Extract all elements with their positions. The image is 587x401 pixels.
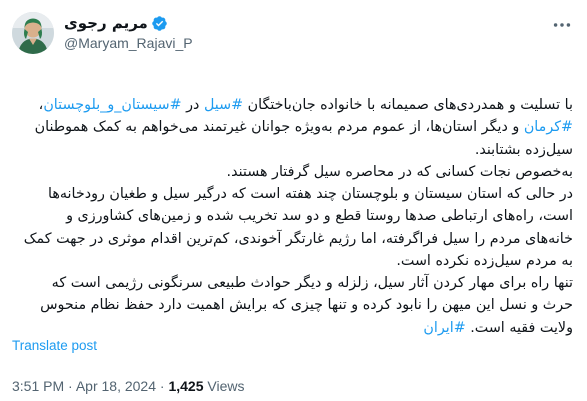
- hashtag-link[interactable]: #سیستان_و_بلوچستان: [43, 97, 181, 113]
- tweet-paragraph: به‌خصوص نجات کسانی که در محاصره سیل گرفت…: [18, 161, 573, 183]
- tweet-text-segment: در حالی که استان سیستان و بلوچستان چند ه…: [19, 186, 573, 269]
- hashtag-link[interactable]: #کرمان: [524, 119, 573, 135]
- author-names: مریم رجوی @Maryam_Rajavi_P: [64, 13, 193, 53]
- tweet-paragraph: در حالی که استان سیستان و بلوچستان چند ه…: [18, 183, 573, 272]
- avatar[interactable]: [12, 12, 54, 54]
- more-options-icon: [553, 23, 571, 27]
- tweet-text-segment: در: [181, 97, 204, 113]
- tweet-text-segment: ،: [34, 97, 44, 113]
- author-handle[interactable]: @Maryam_Rajavi_P: [64, 33, 193, 53]
- meta-separator: ·: [159, 378, 165, 394]
- translate-post-link[interactable]: Translate post: [12, 338, 97, 353]
- views-count: 1,425: [168, 378, 204, 394]
- tweet-paragraph: با تسلیت و همدردی‌های صمیمانه با خانواده…: [18, 94, 573, 161]
- views-label: Views: [207, 378, 245, 394]
- tweet-text-segment: با تسلیت و همدردی‌های صمیمانه با خانواده…: [243, 97, 573, 113]
- more-options-button[interactable]: [551, 14, 573, 36]
- verified-badge-icon: [151, 15, 168, 32]
- tweet-paragraph: تنها راه برای مهار کردن آثار سیل، زلزله …: [18, 272, 573, 339]
- author-header: مریم رجوی @Maryam_Rajavi_P: [12, 12, 193, 54]
- tweet-text-segment: به‌خصوص نجات کسانی که در محاصره سیل گرفت…: [226, 163, 573, 180]
- profile-photo: [12, 12, 54, 54]
- tweet-text-segment: و دیگر استان‌ها، از عموم مردم به‌ویژه جو…: [30, 119, 573, 158]
- tweet-card: مریم رجوی @Maryam_Rajavi_P با تسلیت و هم…: [0, 0, 587, 401]
- tweet-text: با تسلیت و همدردی‌های صمیمانه با خانواده…: [18, 94, 573, 339]
- tweet-text-segment: تنها راه برای مهار کردن آثار سیل، زلزله …: [35, 275, 573, 336]
- hashtag-link[interactable]: #ایران: [423, 320, 465, 336]
- display-name[interactable]: مریم رجوی: [64, 13, 148, 33]
- tweet-meta: 3:51 PM · Apr 18, 2024 · 1,425 Views: [12, 378, 244, 394]
- hashtag-link[interactable]: #سیل: [204, 97, 243, 113]
- post-time[interactable]: 3:51 PM: [12, 378, 64, 394]
- display-name-row: مریم رجوی: [64, 13, 193, 33]
- post-date[interactable]: Apr 18, 2024: [76, 378, 156, 394]
- meta-separator: ·: [68, 378, 73, 394]
